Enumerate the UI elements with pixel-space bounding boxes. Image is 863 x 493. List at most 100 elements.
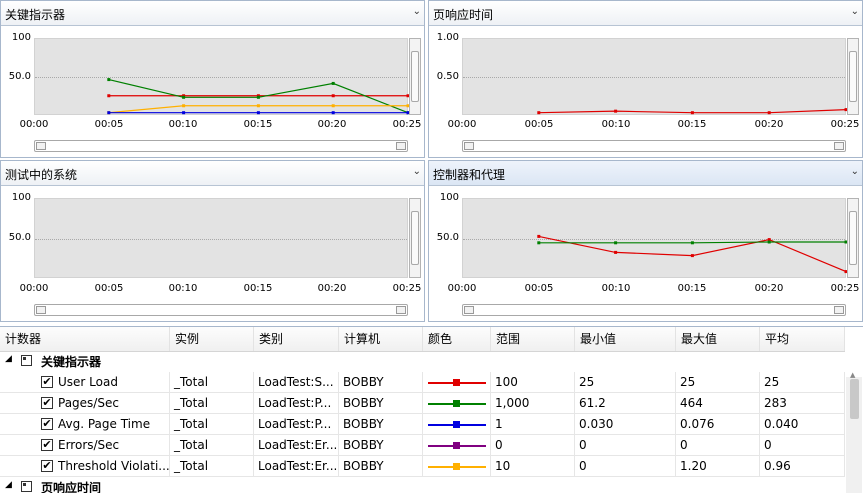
chevron-down-icon[interactable]: ⌄ [851,6,859,17]
grid-vertical-scrollbar[interactable]: ▲ [846,371,862,493]
group-row-key-indicators[interactable]: ◢ 关键指示器 [0,351,845,371]
avg-cell: 0.040 [760,414,845,435]
horizontal-scrollbar[interactable] [34,304,408,316]
x-axis-label: 00:15 [243,283,273,294]
vertical-scrollbar[interactable] [409,198,421,278]
line-color-swatch[interactable] [428,400,486,407]
collapse-triangle-icon[interactable]: ◢ [5,354,12,364]
x-axis-label: 00:00 [447,119,477,130]
data-point [331,81,335,85]
x-axis-label: 00:10 [601,119,631,130]
graph-header[interactable]: 测试中的系统 ⌄ [1,161,424,186]
column-header-range[interactable]: 范围 [491,327,575,351]
line-color-swatch[interactable] [428,463,486,470]
data-point [537,241,541,245]
computer-cell: BOBBY [339,372,423,393]
instance-cell: _Total [170,393,254,414]
column-header-instance[interactable]: 实例 [170,327,254,351]
y-axis-label: 0.50 [436,71,459,82]
column-header-avg[interactable]: 平均 [760,327,845,351]
visible-checkbox[interactable]: ✔ [41,418,53,430]
horizontal-scrollbar[interactable] [462,140,846,152]
computer-cell: BOBBY [339,414,423,435]
collapse-triangle-icon[interactable]: ◢ [5,480,12,490]
x-axis-label: 00:20 [317,119,347,130]
visible-checkbox[interactable]: ✔ [41,397,53,409]
x-axis-label: 00:20 [754,119,784,130]
line-color-swatch[interactable] [428,379,486,386]
data-point [331,111,335,115]
range-cell: 1 [491,414,575,435]
data-point [690,111,694,115]
line-color-swatch[interactable] [428,442,486,449]
visible-checkbox[interactable]: ✔ [41,376,53,388]
scrollbar-thumb[interactable] [850,379,859,419]
table-row[interactable]: ✔ Avg. Page Time _Total LoadTest:P... BOBBY 1… [0,414,845,435]
visible-checkbox[interactable]: ✔ [41,460,53,472]
chevron-down-icon[interactable]: ⌄ [413,6,421,17]
column-header-max[interactable]: 最大值 [676,327,760,351]
visible-checkbox[interactable]: ✔ [41,439,53,451]
graph-header[interactable]: 控制器和代理 ⌄ [429,161,862,186]
x-axis-label: 00:00 [19,283,49,294]
x-axis-label: 00:10 [168,119,198,130]
group-row-page-response-time[interactable]: ◢ 页响应时间 [0,477,845,493]
column-header-category[interactable]: 类别 [254,327,339,351]
vertical-scrollbar[interactable] [847,38,859,115]
graph-panel-key-indicators[interactable]: 关键指示器 ⌄ 100 50.0 00:00 00:05 00:10 00:15… [0,0,425,158]
data-point [182,95,186,99]
horizontal-scrollbar[interactable] [34,140,408,152]
data-point [107,111,111,115]
x-axis-label: 00:25 [392,119,422,130]
data-point [614,109,618,113]
graph-panel-controller-and-agents[interactable]: 控制器和代理 ⌄ 100 50.0 00:00 00:05 00:10 00:1… [428,160,863,322]
max-cell: 1.20 [676,456,760,477]
data-point [767,240,771,244]
graph-title: 页响应时间 [433,8,494,22]
x-axis-label: 00:15 [243,119,273,130]
y-axis-label: 50.0 [436,232,459,243]
chevron-down-icon[interactable]: ⌄ [851,166,859,177]
data-point [182,111,186,115]
column-header-counter[interactable]: 计数器 [0,327,170,351]
horizontal-scrollbar[interactable] [462,304,846,316]
graph-panel-page-response-time[interactable]: 页响应时间 ⌄ 1.00 0.50 00:00 00:05 00:10 00:1… [428,0,863,158]
data-point [537,234,541,238]
table-row[interactable]: ✔ User Load _Total LoadTest:S... BOBBY 100 25 2… [0,372,845,393]
x-axis-label: 00:05 [94,283,124,294]
y-axis-label: 50.0 [8,232,31,243]
graph-header[interactable]: 关键指示器 ⌄ [1,1,424,26]
scroll-up-arrow-icon[interactable]: ▲ [850,371,855,379]
table-row[interactable]: ✔ Pages/Sec _Total LoadTest:P... BOBBY 1,000 6… [0,393,845,414]
x-axis-label: 00:15 [677,283,707,294]
y-axis-label: 1.00 [436,32,459,43]
data-point [767,111,771,115]
column-header-computer[interactable]: 计算机 [339,327,423,351]
column-header-min[interactable]: 最小值 [575,327,676,351]
column-header-color[interactable]: 颜色 [423,327,491,351]
x-axis-label: 00:20 [317,283,347,294]
data-point [107,78,111,82]
graph-header[interactable]: 页响应时间 ⌄ [429,1,862,26]
computer-cell: BOBBY [339,456,423,477]
graph-title: 测试中的系统 [5,168,78,182]
vertical-scrollbar[interactable] [409,38,421,115]
counter-cell: ✔ User Load [0,372,170,393]
color-swatch-cell [423,372,491,393]
table-row[interactable]: ✔ Threshold Violati... _Total LoadTest:Er..… [0,456,845,477]
counter-cell: ✔ Avg. Page Time [0,414,170,435]
graph-panel-system-under-test[interactable]: 测试中的系统 ⌄ 100 50.0 00:00 00:05 00:10 00:1… [0,160,425,322]
category-cell: LoadTest:P... [254,414,339,435]
color-swatch-cell [423,435,491,456]
y-axis-label: 100 [11,192,31,203]
vertical-scrollbar[interactable] [847,198,859,278]
table-row[interactable]: ✔ Errors/Sec _Total LoadTest:Er... BOBBY 0 0 0 0 [0,435,845,456]
min-cell: 61.2 [575,393,676,414]
instance-cell: _Total [170,456,254,477]
instance-cell: _Total [170,414,254,435]
counter-name: Errors/Sec [58,438,120,452]
line-color-swatch[interactable] [428,421,486,428]
graph-title: 控制器和代理 [433,168,506,182]
x-axis-label: 00:00 [447,283,477,294]
chevron-down-icon[interactable]: ⌄ [413,166,421,177]
